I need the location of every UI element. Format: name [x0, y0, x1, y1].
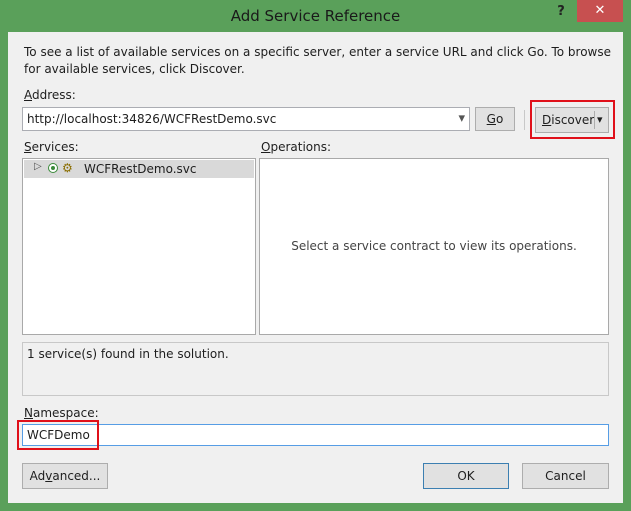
cancel-button[interactable]: Cancel: [522, 463, 609, 489]
advanced-button-text-start: Ad: [29, 469, 46, 483]
operations-label: Operations:: [261, 140, 331, 154]
go-button[interactable]: Go: [475, 107, 515, 131]
help-button[interactable]: ?: [548, 2, 574, 22]
advanced-button-text-end: anced...: [52, 469, 101, 483]
toolbar-divider: [524, 110, 525, 130]
tree-item-service[interactable]: ▷ ⚙ WCFRestDemo.svc: [24, 160, 254, 178]
namespace-label-accelerator: N: [24, 406, 33, 420]
address-label-accelerator: A: [24, 88, 32, 102]
title-bar[interactable]: Add Service Reference ? ✕: [0, 0, 631, 32]
address-input[interactable]: http://localhost:34826/WCFRestDemo.svc: [27, 112, 276, 126]
address-label-text: ddress:: [32, 88, 76, 102]
address-label: Address:: [24, 88, 76, 102]
namespace-label: Namespace:: [24, 406, 99, 420]
address-combobox[interactable]: http://localhost:34826/WCFRestDemo.svc ▾: [22, 107, 470, 131]
operations-placeholder: Select a service contract to view its op…: [291, 239, 577, 253]
chevron-down-icon[interactable]: ▾: [458, 111, 465, 126]
expand-arrow-icon[interactable]: ▷: [34, 161, 42, 172]
close-button[interactable]: ✕: [577, 0, 623, 22]
namespace-input[interactable]: WCFDemo: [22, 424, 609, 446]
operations-panel: Select a service contract to view its op…: [259, 158, 609, 335]
services-label-text: ervices:: [31, 140, 79, 154]
service-status-icon: [48, 163, 58, 173]
namespace-highlight-box: [17, 420, 99, 450]
tree-item-label: WCFRestDemo.svc: [84, 162, 197, 176]
go-button-text: o: [495, 112, 504, 126]
dialog-body: To see a list of available services on a…: [8, 32, 623, 503]
dialog-window: Add Service Reference ? ✕ To see a list …: [0, 0, 631, 511]
services-label-accelerator: S: [24, 140, 32, 154]
go-button-accelerator: G: [486, 112, 496, 126]
operations-label-text: perations:: [270, 140, 332, 154]
status-panel: 1 service(s) found in the solution.: [22, 342, 609, 396]
window-title: Add Service Reference: [230, 7, 401, 25]
status-text: 1 service(s) found in the solution.: [27, 347, 229, 361]
advanced-button[interactable]: Advanced...: [22, 463, 108, 489]
ok-button[interactable]: OK: [423, 463, 509, 489]
service-gear-icon: ⚙: [62, 161, 73, 175]
intro-text: To see a list of available services on a…: [24, 45, 612, 76]
namespace-label-text: amespace:: [32, 406, 99, 420]
discover-highlight-box: [530, 100, 615, 139]
services-label: Services:: [24, 140, 79, 154]
services-tree[interactable]: ▷ ⚙ WCFRestDemo.svc: [22, 158, 256, 335]
